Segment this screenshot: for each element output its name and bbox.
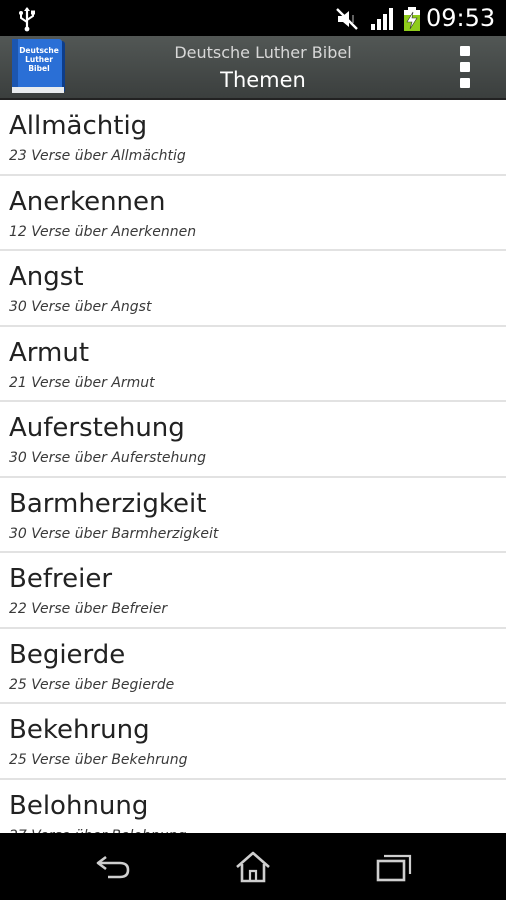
topic-title: Armut — [9, 337, 90, 368]
action-bar-titles: Deutsche Luther Bibel Themen — [80, 36, 446, 98]
list-item[interactable]: Auferstehung 30 Verse über Auferstehung — [0, 402, 506, 478]
list-item[interactable]: Angst 30 Verse über Angst — [0, 251, 506, 327]
svg-text:Bibel: Bibel — [28, 64, 49, 73]
status-clock: 09:53 — [426, 4, 496, 32]
back-icon[interactable] — [94, 851, 134, 883]
list-item[interactable]: Belohnung27 Verse über Belohnung — [0, 780, 506, 834]
battery-charging-icon — [404, 7, 420, 31]
topic-title: Allmächtig — [9, 111, 148, 141]
list-item[interactable]: Armut 21 Verse über Armut — [0, 327, 506, 402]
list-item[interactable]: Barmherzigkeit 30 Verse über Barmherzigke… — [0, 478, 506, 553]
svg-text:Luther: Luther — [25, 55, 53, 64]
topic-verse-count: 21 Verse über Armut — [9, 374, 155, 391]
app-name: Deutsche Luther Bibel — [174, 43, 352, 62]
navigation-bar — [0, 833, 506, 900]
svg-text:Deutsche: Deutsche — [19, 46, 59, 55]
topic-title: Belohnung — [9, 790, 149, 821]
list-item[interactable]: Befreier 22 Verse über Befreier — [0, 553, 506, 629]
action-bar: Deutsche Luther Bibel Deutsche Luther Bi… — [0, 36, 506, 100]
topic-title: Befreier — [9, 564, 113, 594]
overflow-menu-icon[interactable] — [452, 44, 478, 90]
topic-verse-count: 30 Verse über Angst — [9, 299, 152, 315]
list-item[interactable]: Bekehrung 25 Verse über Bekehrung — [0, 704, 506, 780]
topic-title: Bekehrung — [9, 715, 150, 745]
list-item[interactable]: Allmächtig 23 Verse über Allmächtig — [0, 100, 506, 176]
recents-icon[interactable] — [374, 851, 414, 883]
topic-verse-count: 30 Verse über Barmherzigkeit — [9, 525, 219, 542]
bible-app-icon[interactable]: Deutsche Luther Bibel — [9, 39, 69, 95]
list-item[interactable]: Begierde 25 Verse über Begierde — [0, 629, 506, 704]
topic-verse-count: 25 Verse über Bekehrung — [9, 752, 188, 768]
topic-verse-count: 30 Verse über Auferstehung — [9, 450, 206, 466]
topic-title: Barmherzigkeit — [9, 488, 207, 519]
signal-icon — [371, 8, 393, 30]
topic-verse-count: 12 Verse über Anerkennen — [9, 223, 197, 240]
page-title: Themen — [220, 68, 306, 92]
usb-icon — [19, 7, 35, 32]
topic-title: Angst — [9, 262, 84, 292]
topic-verse-count: 25 Verse über Begierde — [9, 676, 175, 693]
topic-verse-count: 23 Verse über Allmächtig — [9, 148, 186, 164]
screen: 09:53 Deutsche Luther Bibel Deutsche Lut… — [0, 0, 506, 900]
mute-icon — [336, 8, 358, 30]
list-item[interactable]: Anerkennen 12 Verse über Anerkennen — [0, 176, 506, 251]
home-icon[interactable] — [233, 851, 273, 883]
topic-title: Anerkennen — [9, 186, 166, 217]
topic-list: Allmächtig 23 Verse über Allmächtig Anerke… — [0, 100, 506, 833]
status-bar: 09:53 — [0, 0, 506, 36]
topic-title: Auferstehung — [9, 413, 185, 443]
topic-title: Begierde — [9, 639, 126, 670]
topic-verse-count: 22 Verse über Befreier — [9, 601, 168, 617]
